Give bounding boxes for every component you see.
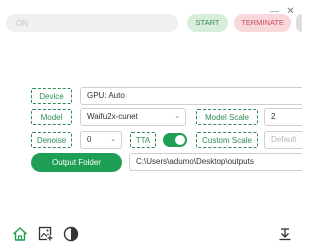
- start-button[interactable]: START: [187, 14, 228, 32]
- clipped-button-edge[interactable]: [296, 14, 302, 32]
- download-icon[interactable]: [277, 226, 293, 242]
- chevron-down-icon: ⌄: [110, 136, 116, 143]
- output-path-value: C:\Users\adumo\Desktop\outputs: [136, 157, 254, 166]
- close-icon[interactable]: ✕: [286, 7, 295, 17]
- home-icon[interactable]: [12, 226, 28, 242]
- command-input[interactable]: [6, 14, 178, 32]
- model-scale-label: Model Scale: [196, 109, 258, 125]
- chevron-down-icon: ⌄: [174, 113, 180, 120]
- toggle-knob: [175, 135, 185, 145]
- model-label: Model: [31, 109, 72, 125]
- device-label: Device: [31, 88, 72, 104]
- terminate-button[interactable]: TERMINATE: [234, 14, 291, 32]
- app-window: — ✕ START TERMINATE Device GPU: Auto Mod…: [0, 0, 302, 250]
- denoise-select[interactable]: 0 ⌄: [80, 131, 122, 149]
- tta-toggle[interactable]: [163, 133, 187, 147]
- device-select[interactable]: GPU: Auto: [80, 87, 302, 105]
- custom-scale-placeholder: Default: [271, 135, 297, 144]
- denoise-label: Denoise: [31, 132, 72, 148]
- model-value: Waifu2x-cunet: [87, 112, 138, 121]
- device-value: GPU: Auto: [87, 91, 125, 100]
- tta-label: TTA: [130, 132, 156, 148]
- theme-contrast-icon[interactable]: [63, 226, 79, 242]
- custom-scale-label: Custom Scale: [196, 132, 258, 148]
- model-scale-value: 2: [271, 112, 276, 121]
- add-image-icon[interactable]: [38, 226, 54, 242]
- custom-scale-input[interactable]: Default: [264, 131, 302, 149]
- output-path-field[interactable]: C:\Users\adumo\Desktop\outputs: [129, 153, 302, 171]
- output-folder-button[interactable]: Output Folder: [31, 153, 122, 172]
- denoise-value: 0: [87, 135, 92, 144]
- model-select[interactable]: Waifu2x-cunet ⌄: [80, 108, 186, 126]
- model-scale-select[interactable]: 2: [264, 108, 302, 126]
